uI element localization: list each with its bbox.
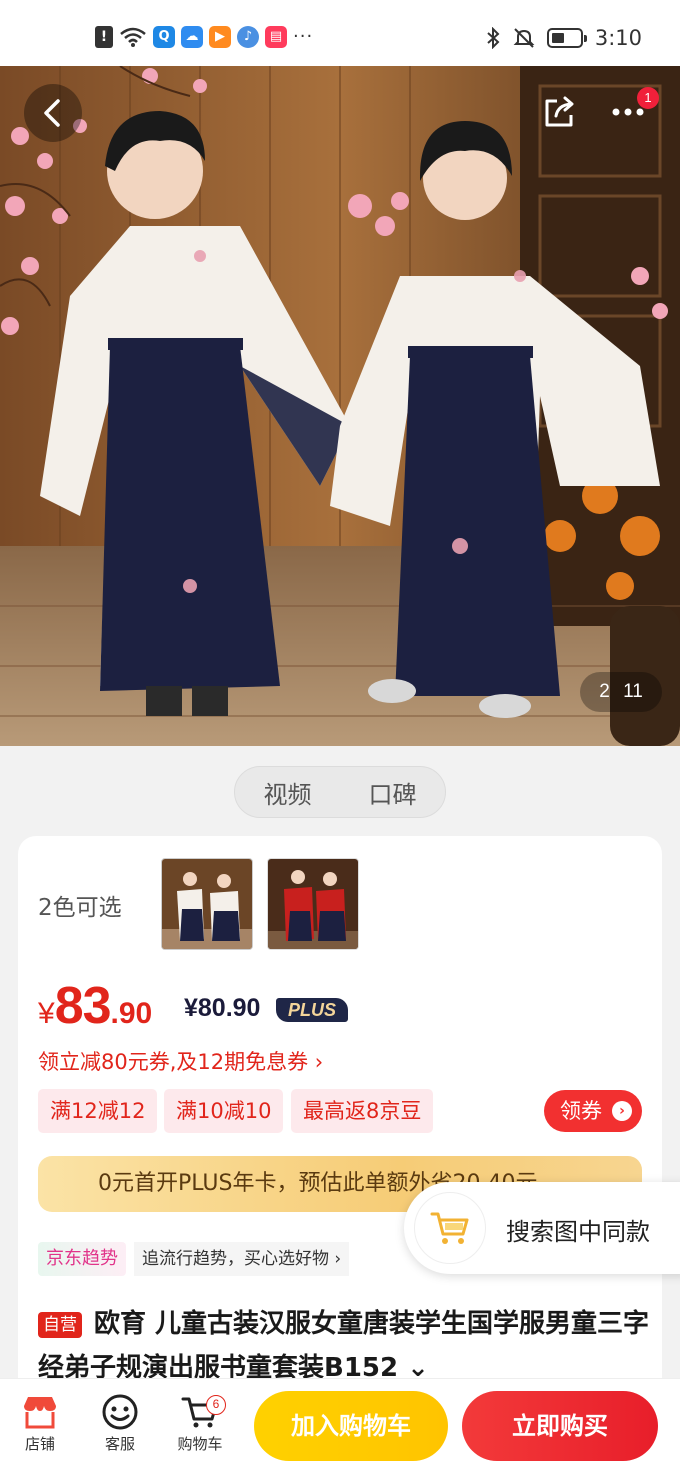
get-coupon-label: 领券 bbox=[560, 1099, 602, 1123]
product-title[interactable]: 欧育 儿童古装汉服女童唐装学生国学服男童三字经弟子规演出服书童套装B152 ⌄ bbox=[38, 1302, 650, 1390]
status-bar: ! Q ☁ ▶ ♪ ▤ ··· 3:10 bbox=[0, 0, 680, 66]
media-tabs: 视频 口碑 bbox=[234, 766, 446, 818]
wifi-icon bbox=[120, 27, 146, 47]
cart-label: 购物车 bbox=[177, 1435, 223, 1453]
price: ¥ 83 .90 bbox=[38, 976, 152, 1036]
shop-app-icon: ▤ bbox=[265, 26, 287, 48]
battery-icon bbox=[546, 28, 587, 48]
buy-now-button[interactable]: 立即购买 bbox=[462, 1391, 658, 1461]
coupon-offer-link[interactable]: 领立减80元券,及12期免息券 › bbox=[38, 1046, 323, 1076]
shop-label: 店铺 bbox=[24, 1435, 55, 1453]
jd-trend-badge[interactable]: 京东趋势 bbox=[38, 1242, 126, 1276]
back-button[interactable] bbox=[24, 84, 82, 142]
bluetooth-icon bbox=[487, 27, 500, 49]
service-label: 客服 bbox=[104, 1435, 135, 1453]
service-face-icon bbox=[102, 1394, 138, 1430]
thumb-red-image bbox=[268, 859, 358, 949]
thumb-white-image bbox=[162, 859, 252, 949]
system-icons: 3:10 bbox=[485, 26, 642, 50]
search-app-icon: Q bbox=[153, 26, 175, 48]
product-photo bbox=[0, 66, 680, 746]
chevron-left-icon bbox=[44, 99, 60, 127]
price-currency: ¥ bbox=[38, 997, 55, 1030]
promo-tag[interactable]: 满10减10 bbox=[164, 1089, 284, 1133]
clock: 3:10 bbox=[594, 26, 642, 50]
promo-tag[interactable]: 满12减12 bbox=[38, 1089, 158, 1133]
color-thumb-red[interactable] bbox=[267, 858, 359, 950]
tab-reviews[interactable]: 口碑 bbox=[369, 775, 417, 810]
price-decimal: .90 bbox=[110, 997, 153, 1030]
product-image[interactable] bbox=[0, 66, 680, 746]
cart-button[interactable]: 6 购物车 bbox=[168, 1391, 232, 1454]
alert-icon: ! bbox=[95, 26, 113, 48]
notification-icons: ! Q ☁ ▶ ♪ ▤ ··· bbox=[95, 26, 313, 48]
more-dots-icon bbox=[612, 108, 644, 116]
color-thumb-white[interactable] bbox=[161, 858, 253, 950]
image-total: 11 bbox=[623, 681, 643, 702]
search-same-item-button[interactable]: 搜索图中同款 bbox=[404, 1182, 680, 1274]
cart-search-icon-wrap bbox=[414, 1192, 486, 1264]
music-app-icon: ♪ bbox=[237, 26, 259, 48]
cart-icon bbox=[430, 1212, 469, 1244]
cart-count-badge: 6 bbox=[206, 1395, 226, 1415]
share-button[interactable] bbox=[540, 92, 580, 132]
image-counter: 2 11 bbox=[580, 672, 662, 712]
search-same-item-label: 搜索图中同款 bbox=[506, 1218, 650, 1246]
chevron-right-icon: › bbox=[612, 1101, 632, 1121]
share-icon bbox=[545, 96, 574, 127]
plus-price: ¥80.90 bbox=[184, 994, 261, 1022]
cloud-app-icon: ☁ bbox=[181, 26, 203, 48]
store-icon bbox=[24, 1397, 56, 1429]
add-to-cart-button[interactable]: 加入购物车 bbox=[254, 1391, 448, 1461]
shop-button[interactable]: 店铺 bbox=[8, 1391, 72, 1454]
get-coupon-button[interactable]: 领券 › bbox=[544, 1090, 642, 1132]
mute-icon bbox=[513, 28, 535, 48]
tab-video[interactable]: 视频 bbox=[264, 775, 312, 810]
customer-service-button[interactable]: 客服 bbox=[88, 1391, 152, 1454]
notification-badge: 1 bbox=[637, 87, 659, 109]
more-notifications: ··· bbox=[293, 26, 314, 47]
product-info-card: 2色可选 ¥ 83 .90 ¥80.90 PLUS 领立减80元券,及12期免息… bbox=[18, 836, 662, 1396]
color-options-label[interactable]: 2色可选 bbox=[38, 888, 122, 922]
video-app-icon: ▶ bbox=[209, 26, 231, 48]
image-index: 2 bbox=[599, 681, 610, 702]
trend-text-link[interactable]: 追流行趋势，买心选好物 › bbox=[134, 1242, 350, 1276]
price-integer: 83 bbox=[54, 977, 112, 1035]
bottom-action-bar: 店铺 客服 6 购物车 加入购物车 立即购买 bbox=[0, 1378, 680, 1473]
plus-badge: PLUS bbox=[276, 998, 349, 1022]
promo-tag[interactable]: 最高返8京豆 bbox=[291, 1089, 434, 1133]
